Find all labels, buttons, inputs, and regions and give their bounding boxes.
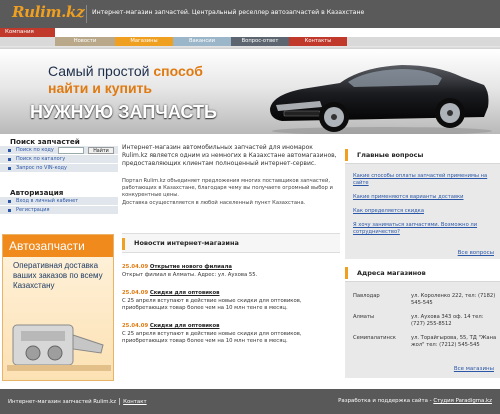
news-headline-link[interactable]: Скидки для оптовиков bbox=[150, 323, 220, 329]
sidebar-item-vin-request[interactable]: Запрос по VIN-коду bbox=[0, 164, 118, 173]
header-divider bbox=[86, 5, 87, 23]
faq-question-link[interactable]: Какие способы оплаты запчастей применимы… bbox=[353, 173, 495, 186]
auth-section-title: Авторизация bbox=[10, 188, 64, 197]
store-address: ул. Короленко 222, тел: (7182) 545-545 bbox=[411, 293, 496, 306]
sidebar-item-label: Вход в личный кабинет bbox=[16, 198, 79, 204]
news-header: Новости интернет-магазина bbox=[122, 233, 340, 253]
store-address: ул. Аухова 343 оф. 14 тел: (727) 255-851… bbox=[411, 314, 484, 327]
section-marker bbox=[345, 149, 348, 161]
store-address: ул. Торайгырова, 55, ТД "Жана жол" тел: … bbox=[411, 335, 497, 348]
footer-divider bbox=[119, 398, 121, 405]
sidebar-item-login[interactable]: Вход в личный кабинет bbox=[0, 197, 118, 206]
ad-title: Автозапчасти bbox=[3, 235, 113, 257]
site-logo[interactable]: Rulim.kz bbox=[12, 3, 85, 21]
news-item: 25.04.09 Скидки для оптовиков С 25 апрел… bbox=[122, 323, 340, 346]
news-date: 25.04.09 bbox=[122, 290, 149, 296]
ad-text: Оперативная доставка ваших заказов по вс… bbox=[13, 261, 103, 290]
footer-left: Интернет-магазин запчастей Rulim.kz Конта… bbox=[8, 398, 147, 405]
banner-line-1: Самый простой способ bbox=[48, 63, 203, 79]
store-city: Алматы bbox=[353, 314, 375, 320]
footer: Интернет-магазин запчастей Rulim.kz Конта… bbox=[0, 389, 500, 414]
code-search-input[interactable] bbox=[58, 147, 84, 154]
nav-news[interactable]: Новости bbox=[55, 37, 115, 46]
footer-credits: Разработка и поддержка сайта - bbox=[338, 398, 434, 404]
main-navigation: Компания Новости Магазины Вакансии Вопро… bbox=[0, 28, 500, 46]
faq-panel: Главные вопросы Какие способы оплаты зап… bbox=[345, 144, 500, 259]
footer-studio-link[interactable]: Студия Paradigma.kz bbox=[433, 398, 492, 404]
engine-parts-icon bbox=[7, 324, 111, 371]
stores-header: Адреса магазинов bbox=[345, 262, 500, 282]
sidebar-item-search-by-code[interactable]: Поиск по коду Найти bbox=[0, 146, 118, 155]
news-item: 25.04.09 Скидки для оптовиков С 25 апрел… bbox=[122, 290, 340, 313]
news-date: 25.04.09 bbox=[122, 323, 149, 329]
news-text: С 25 апреля вступают в действие новые ск… bbox=[122, 330, 302, 345]
news-headline-link[interactable]: Скидки для оптовиков bbox=[150, 290, 220, 296]
faq-header: Главные вопросы bbox=[345, 144, 500, 164]
car-image bbox=[270, 65, 492, 134]
nav-strip: Новости Магазины Вакансии Вопрос-ответ К… bbox=[0, 37, 500, 46]
banner-line-1-accent: способ bbox=[153, 63, 203, 79]
intro-text: Интернет-магазин автомобильных запчастей… bbox=[122, 144, 337, 167]
banner-line-3: НУЖНУЮ ЗАПЧАСТЬ bbox=[30, 102, 217, 122]
nav-company-tab[interactable]: Компания bbox=[0, 28, 55, 37]
sidebar-item-catalog-search[interactable]: Поиск по каталогу bbox=[0, 155, 118, 164]
header-bar: Rulim.kz Интернет-магазин запчастей. Цен… bbox=[0, 0, 500, 28]
banner-line-2: найти и купить bbox=[48, 80, 153, 96]
intro-text-2: Портал Rulim.kz объединяет предложения м… bbox=[122, 178, 333, 199]
nav-contacts[interactable]: Контакты bbox=[289, 37, 347, 46]
bullet-icon bbox=[8, 158, 11, 161]
bullet-icon bbox=[8, 167, 11, 170]
sidebar-item-label: Поиск по коду bbox=[16, 147, 54, 153]
left-sidebar: Поиск запчастей Поиск по коду Найти Поис… bbox=[0, 134, 118, 215]
bullet-icon bbox=[8, 209, 11, 212]
section-marker bbox=[122, 238, 125, 250]
news-date: 25.04.09 bbox=[122, 264, 149, 270]
nav-faq[interactable]: Вопрос-ответ bbox=[231, 37, 289, 46]
news-text: Открыт филиал в Алматы. Адрес: ул. Аухов… bbox=[122, 271, 258, 278]
section-marker bbox=[345, 267, 348, 279]
footer-right: Разработка и поддержка сайта - Студия Pa… bbox=[338, 398, 492, 404]
sidebar-item-label: Запрос по VIN-коду bbox=[16, 165, 67, 171]
news-text: С 25 апреля вступают в действие новые ск… bbox=[122, 297, 302, 312]
footer-contacts-link[interactable]: Контакт bbox=[123, 399, 147, 405]
news-headline-link[interactable]: Открытие нового филиала bbox=[150, 264, 232, 270]
faq-question-link[interactable]: Я хочу заниматься запчастями. Возможно л… bbox=[353, 222, 495, 235]
main-content: Интернет-магазин автомобильных запчастей… bbox=[122, 134, 340, 344]
search-section-title: Поиск запчастей bbox=[10, 137, 80, 146]
news-item: 25.04.09 Открытие нового филиала Открыт … bbox=[122, 264, 340, 279]
sidebar-item-label: Поиск по каталогу bbox=[16, 156, 66, 162]
banner-line-1-text: Самый простой bbox=[48, 63, 154, 79]
sidebar-item-register[interactable]: Регистрация bbox=[0, 206, 118, 215]
store-city: Павлодар bbox=[353, 293, 380, 299]
all-stores-link[interactable]: Все магазины bbox=[454, 366, 494, 372]
store-city: Семипалатинск bbox=[353, 335, 396, 341]
news-title: Новости интернет-магазина bbox=[134, 239, 239, 247]
faq-question-link[interactable]: Какие применяются варианты доставки bbox=[353, 194, 495, 201]
footer-copyright: Интернет-магазин запчастей Rulim.kz bbox=[8, 399, 117, 405]
stores-panel: Адреса магазинов Павлодар ул. Короленко … bbox=[345, 262, 500, 378]
nav-stores[interactable]: Магазины bbox=[115, 37, 173, 46]
intro-text-3: Доставка осуществляется в любой населенн… bbox=[122, 199, 306, 206]
all-questions-link[interactable]: Все вопросы bbox=[458, 250, 494, 256]
site-tagline: Интернет-магазин запчастей. Центральный … bbox=[92, 9, 365, 16]
hero-banner: Самый простой способ найти и купить НУЖН… bbox=[0, 49, 500, 134]
delivery-ad-banner[interactable]: Автозапчасти Оперативная доставка ваших … bbox=[2, 234, 114, 381]
bullet-icon bbox=[8, 149, 11, 152]
sidebar-item-label: Регистрация bbox=[16, 207, 50, 213]
stores-title: Адреса магазинов bbox=[357, 269, 426, 277]
faq-title: Главные вопросы bbox=[357, 151, 424, 159]
bullet-icon bbox=[8, 200, 11, 203]
nav-vacancies[interactable]: Вакансии bbox=[173, 37, 231, 46]
find-button[interactable]: Найти bbox=[88, 147, 114, 154]
faq-question-link[interactable]: Как определяется скидка bbox=[353, 208, 495, 215]
